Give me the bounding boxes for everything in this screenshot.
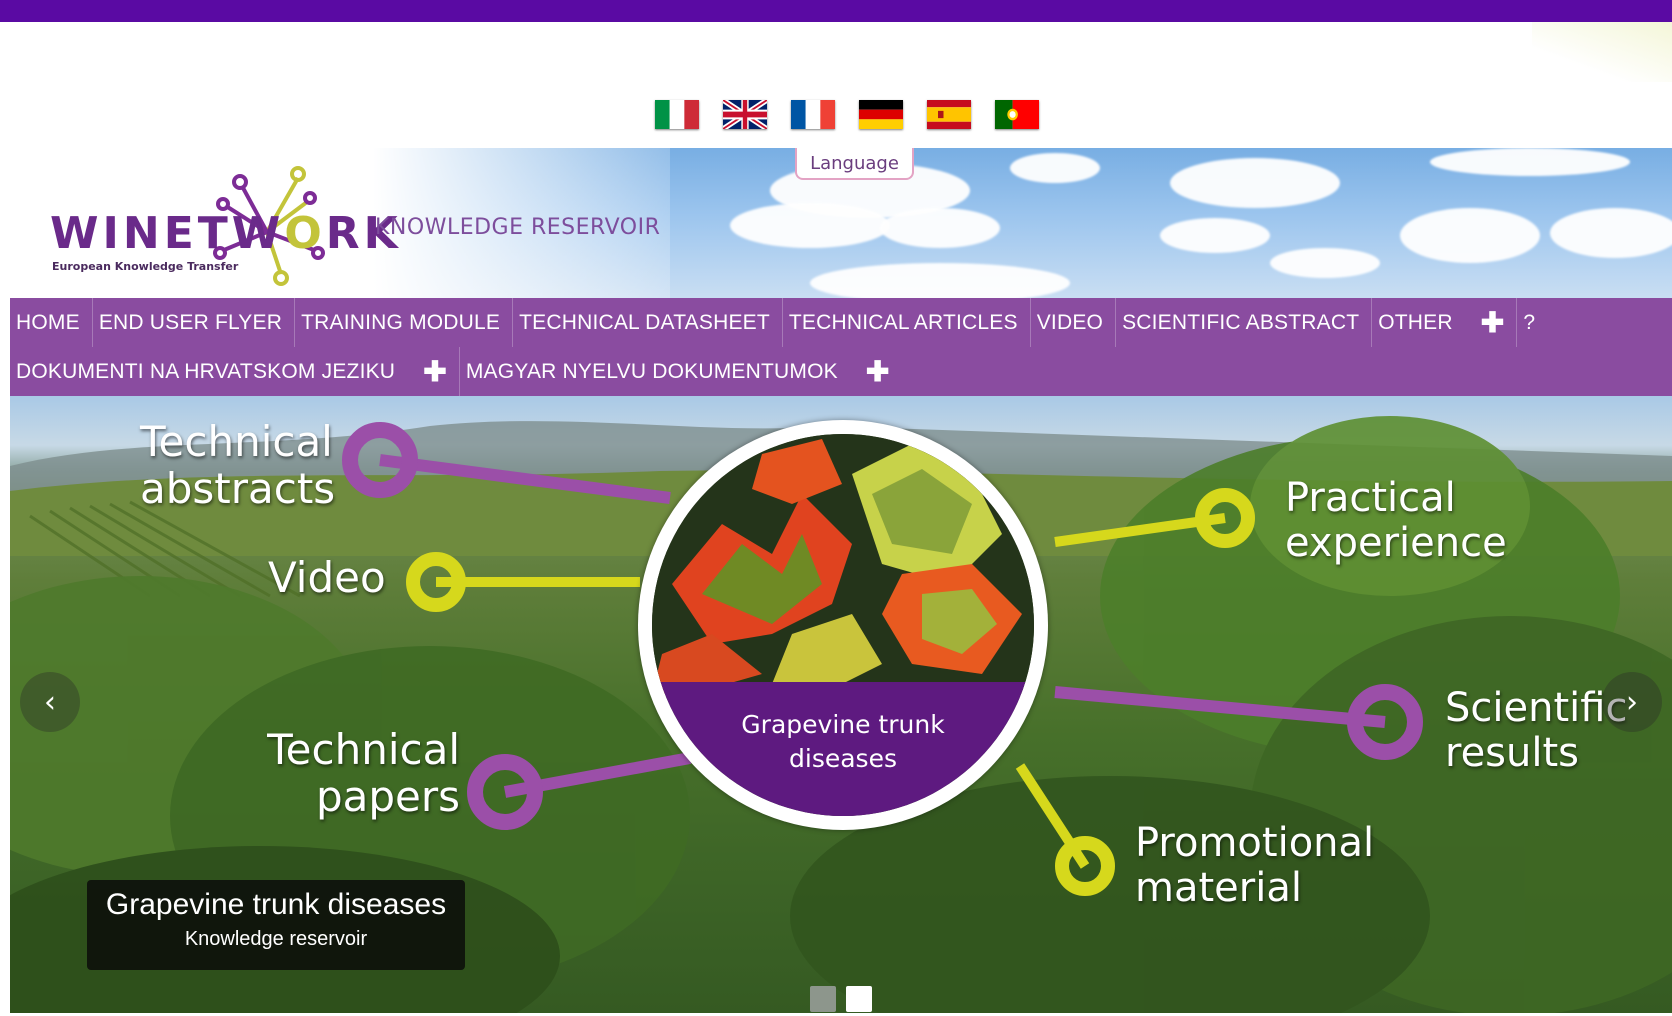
knowledge-reservoir-title: KNOWLEDGE RESERVOIR (375, 215, 661, 240)
german-flag[interactable] (859, 100, 903, 129)
grapevine-leaves-image: Grapevine trunk diseases (652, 434, 1034, 816)
technical-abstracts-line-1: Technical (140, 417, 333, 466)
slide-dot-1[interactable] (810, 986, 836, 1012)
language-toggle[interactable]: Language (795, 148, 914, 180)
nav-training-module[interactable]: TRAINING MODULE (295, 298, 514, 347)
slide-pagination (810, 986, 872, 1012)
grapevine-disease-circle[interactable]: Grapevine trunk diseases (638, 420, 1048, 830)
nav-home[interactable]: HOME (10, 298, 93, 347)
scientific-results-label[interactable]: Scientific results (1445, 686, 1627, 776)
nav-croatian-label: DOKUMENTI NA HRVATSKOM JEZIKU (16, 359, 396, 383)
practical-experience-label[interactable]: Practical experience (1285, 476, 1507, 566)
corner-glow (1532, 22, 1672, 82)
nav-technical-articles[interactable]: TECHNICAL ARTICLES (783, 298, 1031, 347)
promotional-material-line-1: Promotional (1135, 820, 1375, 866)
technical-abstracts-label[interactable]: Technical abstracts (140, 417, 336, 514)
nav-help[interactable]: ? (1517, 298, 1547, 347)
italian-flag[interactable] (655, 100, 699, 129)
nav-scientific-abstract[interactable]: SCIENTIFIC ABSTRACT (1116, 298, 1373, 347)
top-accent-bar (0, 0, 1672, 22)
logo-tagline: European Knowledge Transfer (52, 260, 239, 273)
prev-slide-arrow-icon[interactable]: ‹ (20, 672, 80, 732)
plus-icon: ✚ (1480, 307, 1505, 338)
center-caption-line-1: Grapevine trunk (741, 710, 945, 739)
nav-hungarian-label: MAGYAR NYELVU DOKUMENTUMOK (465, 359, 838, 383)
main-nav: HOME END USER FLYER TRAINING MODULE TECH… (10, 298, 1672, 396)
center-caption-line-2: diseases (789, 744, 897, 773)
practical-experience-line-1: Practical (1285, 475, 1456, 521)
language-flags (655, 100, 1039, 129)
next-slide-arrow-icon[interactable]: › (1602, 672, 1662, 732)
promotional-material-label[interactable]: Promotional material (1135, 821, 1374, 911)
practical-experience-line-2: experience (1285, 519, 1507, 566)
nav-technical-datasheet[interactable]: TECHNICAL DATASHEET (513, 298, 783, 347)
scientific-results-line-2: results (1445, 729, 1580, 776)
technical-papers-label[interactable]: Technical papers (250, 726, 460, 820)
logo-wordmark: WINETWORK (50, 208, 402, 259)
hero-slider: Technical abstracts Video Technical pape… (10, 396, 1672, 1013)
nav-hungarian-documents[interactable]: MAGYAR NYELVU DOKUMENTUMOK ✚ (460, 347, 902, 396)
portuguese-flag[interactable] (995, 100, 1039, 129)
slide-caption: Grapevine trunk diseases Knowledge reser… (87, 880, 465, 970)
nav-other-label: OTHER (1378, 310, 1453, 334)
english-flag[interactable] (723, 100, 767, 129)
slide-dot-2[interactable] (846, 986, 872, 1012)
technical-abstracts-line-2: abstracts (140, 464, 336, 514)
french-flag[interactable] (791, 100, 835, 129)
slide-caption-subtitle: Knowledge reservoir (184, 928, 368, 950)
nav-video[interactable]: VIDEO (1031, 298, 1117, 347)
technical-papers-line-1: Technical (267, 725, 460, 774)
nav-row-2: DOKUMENTI NA HRVATSKOM JEZIKU ✚ MAGYAR N… (10, 347, 902, 396)
slide-caption-title: Grapevine trunk diseases (105, 888, 447, 921)
technical-papers-line-2: papers (315, 772, 460, 822)
spanish-flag[interactable] (927, 100, 971, 129)
scientific-results-line-1: Scientific (1445, 685, 1628, 731)
nav-other[interactable]: OTHER ✚ (1372, 298, 1518, 347)
nav-row-1: HOME END USER FLYER TRAINING MODULE TECH… (10, 298, 1547, 347)
winetwork-logo[interactable]: WINETWORK European Knowledge Transfer (40, 158, 398, 288)
plus-icon: ✚ (865, 356, 890, 387)
center-caption: Grapevine trunk diseases (652, 682, 1034, 816)
diseased-leaf-icon (652, 434, 1034, 694)
nav-end-user-flyer[interactable]: END USER FLYER (93, 298, 296, 347)
site-header: WINETWORK European Knowledge Transfer KN… (10, 148, 1672, 298)
plus-icon: ✚ (423, 356, 447, 387)
video-label[interactable]: Video (268, 554, 386, 601)
nav-croatian-documents[interactable]: DOKUMENTI NA HRVATSKOM JEZIKU ✚ (10, 347, 460, 396)
promotional-material-line-2: material (1135, 864, 1302, 911)
